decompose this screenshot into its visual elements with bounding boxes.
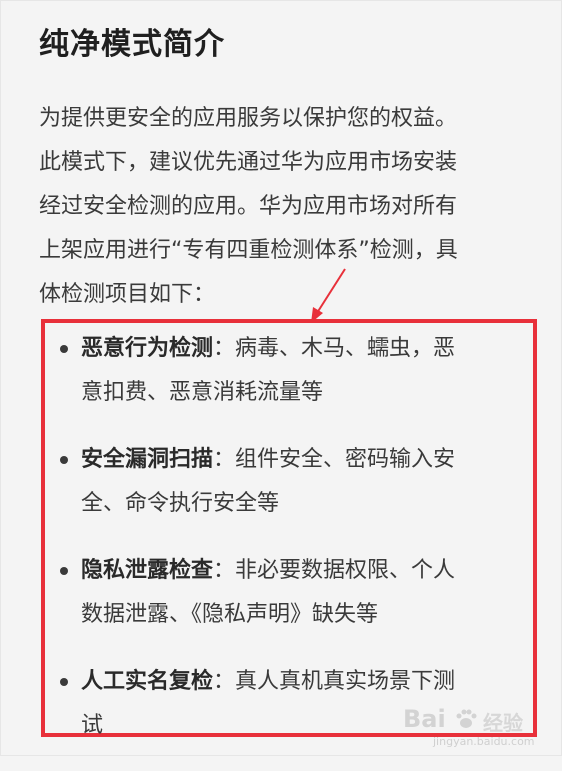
item-desc-cont: 意扣费、恶意消耗流量等: [81, 380, 324, 405]
item-title: 人工实名复检: [81, 669, 214, 694]
list-item: 恶意行为检测：病毒、木马、蠕虫，恶 意扣费、恶意消耗流量等: [57, 327, 527, 415]
item-title: 恶意行为检测: [81, 336, 214, 361]
article-card: 纯净模式简介 为提供更安全的应用服务以保护您的权益。 此模式下，建议优先通过华为…: [0, 0, 562, 756]
page-title: 纯净模式简介: [39, 27, 225, 62]
watermark-text: 经验: [483, 711, 523, 735]
item-desc: ：非必要数据权限、个人: [213, 558, 456, 583]
bullet-icon: [60, 678, 68, 686]
intro-paragraph: 为提供更安全的应用服务以保护您的权益。 此模式下，建议优先通过华为应用市场安装 …: [39, 97, 539, 317]
intro-line: 上架应用进行“专有四重检测体系”检测，具: [39, 238, 458, 263]
watermark-logo: Bai: [403, 705, 446, 733]
bullet-icon: [60, 456, 68, 464]
watermark: Bai 经验 jingyan.baidu.com: [403, 705, 553, 751]
list-item: 隐私泄露检查：非必要数据权限、个人 数据泄露、《隐私声明》缺失等: [57, 549, 527, 637]
item-desc-cont: 数据泄露、《隐私声明》缺失等: [81, 602, 379, 627]
item-desc: ：真人真机真实场景下测: [213, 669, 456, 694]
list-item: 安全漏洞扫描：组件安全、密码输入安 全、命令执行安全等: [57, 438, 527, 526]
watermark-url: jingyan.baidu.com: [433, 735, 535, 748]
item-desc: ：组件安全、密码输入安: [213, 447, 456, 472]
arrow-icon: [311, 268, 346, 323]
item-desc: ：病毒、木马、蠕虫，恶: [213, 336, 456, 361]
intro-line: 此模式下，建议优先通过华为应用市场安装: [39, 150, 458, 175]
item-title: 安全漏洞扫描: [81, 447, 214, 472]
intro-line: 经过安全检测的应用。华为应用市场对所有: [39, 194, 458, 219]
bullet-icon: [60, 345, 68, 353]
item-desc-cont: 全、命令执行安全等: [81, 491, 280, 516]
item-line: 恶意行为检测：病毒、木马、蠕虫，恶: [81, 327, 527, 371]
intro-line: 为提供更安全的应用服务以保护您的权益。: [39, 106, 458, 131]
item-line: 人工实名复检：真人真机真实场景下测: [81, 660, 527, 704]
bullet-icon: [60, 567, 68, 575]
item-line: 安全漏洞扫描：组件安全、密码输入安: [81, 438, 527, 482]
paw-icon: [456, 709, 477, 728]
intro-line: 体检测项目如下：: [39, 282, 216, 307]
item-line: 隐私泄露检查：非必要数据权限、个人: [81, 549, 527, 593]
item-title: 隐私泄露检查: [81, 558, 214, 583]
